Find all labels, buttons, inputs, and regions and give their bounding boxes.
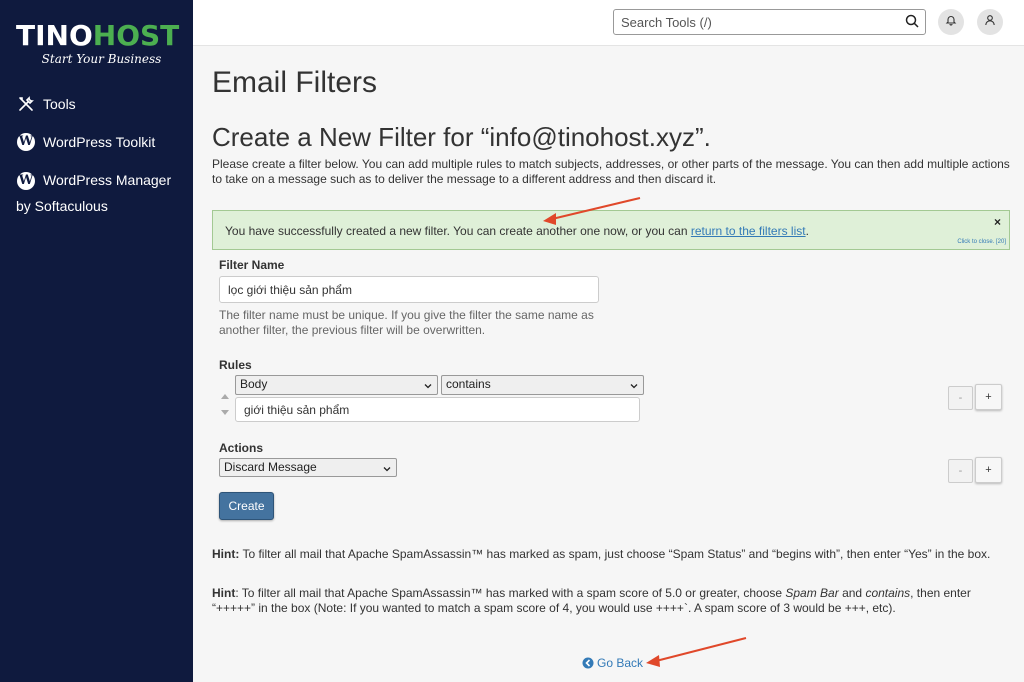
alert-close-hint[interactable]: Click to close. [20] — [957, 239, 1006, 245]
alert-text-end: . — [805, 224, 809, 238]
chevron-down-icon — [382, 462, 392, 472]
rule-value-input[interactable] — [235, 397, 640, 422]
rule-field-select[interactable]: Body — [235, 375, 438, 395]
go-back-link[interactable]: Go Back — [582, 656, 643, 670]
wordpress-icon: W — [17, 171, 35, 190]
tinohost-logo[interactable]: TINOHOST Start Your Business — [16, 20, 181, 67]
sidebar-item-wordpress-toolkit[interactable]: W WordPress Toolkit — [17, 132, 187, 152]
sidebar-item-tools[interactable]: Tools — [17, 94, 187, 114]
filter-name-label: Filter Name — [219, 258, 285, 272]
notifications-button[interactable] — [938, 9, 964, 35]
rule-field-value: Body — [240, 377, 268, 391]
success-alert: You have successfully created a new filt… — [212, 210, 1010, 250]
return-to-filters-link[interactable]: return to the filters list — [691, 224, 806, 238]
action-value: Discard Message — [224, 460, 317, 474]
tools-icon — [17, 95, 35, 113]
user-icon — [984, 13, 996, 31]
move-rule-down-icon[interactable] — [220, 404, 230, 415]
user-menu-button[interactable] — [977, 9, 1003, 35]
hint-text: To filter all mail that Apache SpamAssas… — [239, 547, 991, 561]
remove-rule-button[interactable]: - — [948, 386, 973, 410]
move-rule-up-icon[interactable] — [220, 387, 230, 399]
logo-tagline: Start Your Business — [41, 52, 162, 66]
sidebar-nav: Tools W WordPress Toolkit W WordPress Ma… — [16, 94, 187, 234]
sidebar-item-label: Tools — [43, 96, 76, 112]
close-icon[interactable]: × — [994, 215, 1001, 229]
sidebar-item-label: WordPress Toolkit — [43, 134, 156, 150]
remove-action-button[interactable]: - — [948, 459, 973, 483]
bell-icon — [945, 13, 957, 31]
sidebar-item-label: WordPress Manager — [43, 172, 172, 188]
add-action-button[interactable]: + — [975, 457, 1002, 483]
alert-message: You have successfully created a new filt… — [225, 224, 809, 238]
page-description: Please create a filter below. You can ad… — [212, 157, 1010, 186]
logo-text-host: HOST — [92, 19, 180, 52]
rule-operator-select[interactable]: contains — [441, 375, 644, 395]
action-select[interactable]: Discard Message — [219, 458, 397, 477]
sidebar-item-sublabel: by Softaculous — [16, 198, 108, 214]
chevron-down-icon — [423, 379, 433, 389]
arrow-left-circle-icon — [582, 657, 594, 669]
main-content: Email Filters Create a New Filter for “i… — [193, 47, 1024, 682]
alert-text: You have successfully created a new filt… — [225, 224, 691, 238]
hint-spam-bar: Hint: To filter all mail that Apache Spa… — [212, 586, 1012, 616]
hint-text: : To filter all mail that Apache SpamAss… — [235, 586, 786, 600]
add-rule-button[interactable]: + — [975, 384, 1002, 410]
topbar — [193, 0, 1024, 46]
chevron-down-icon — [629, 379, 639, 389]
filter-name-help: The filter name must be unique. If you g… — [219, 308, 594, 337]
filter-name-input[interactable] — [219, 276, 599, 303]
hint-emphasis: Spam Bar — [785, 586, 839, 600]
hint-emphasis: contains — [865, 586, 911, 600]
sidebar-item-wordpress-manager[interactable]: W WordPress Manager by Softaculous — [16, 170, 187, 216]
rule-operator-value: contains — [446, 377, 491, 391]
create-button[interactable]: Create — [219, 492, 274, 520]
hint-spam-status: Hint: To filter all mail that Apache Spa… — [212, 547, 1012, 562]
hint-text: and — [838, 586, 866, 600]
sidebar: TINOHOST Start Your Business Tools W Wor… — [0, 0, 193, 682]
go-back-label: Go Back — [597, 656, 644, 670]
hint-label: Hint: — [212, 547, 240, 561]
page-subtitle: Create a New Filter for “info@tinohost.x… — [212, 122, 711, 152]
logo-text-tino: TINO — [16, 19, 93, 52]
search-tools-input[interactable] — [613, 9, 926, 35]
search-icon[interactable] — [905, 14, 921, 30]
rules-label: Rules — [219, 358, 252, 372]
logo-wordmark: TINOHOST — [16, 20, 181, 52]
hint-label: Hint — [212, 586, 236, 600]
wordpress-icon: W — [17, 133, 35, 151]
actions-label: Actions — [219, 441, 264, 455]
page-title: Email Filters — [212, 66, 378, 99]
